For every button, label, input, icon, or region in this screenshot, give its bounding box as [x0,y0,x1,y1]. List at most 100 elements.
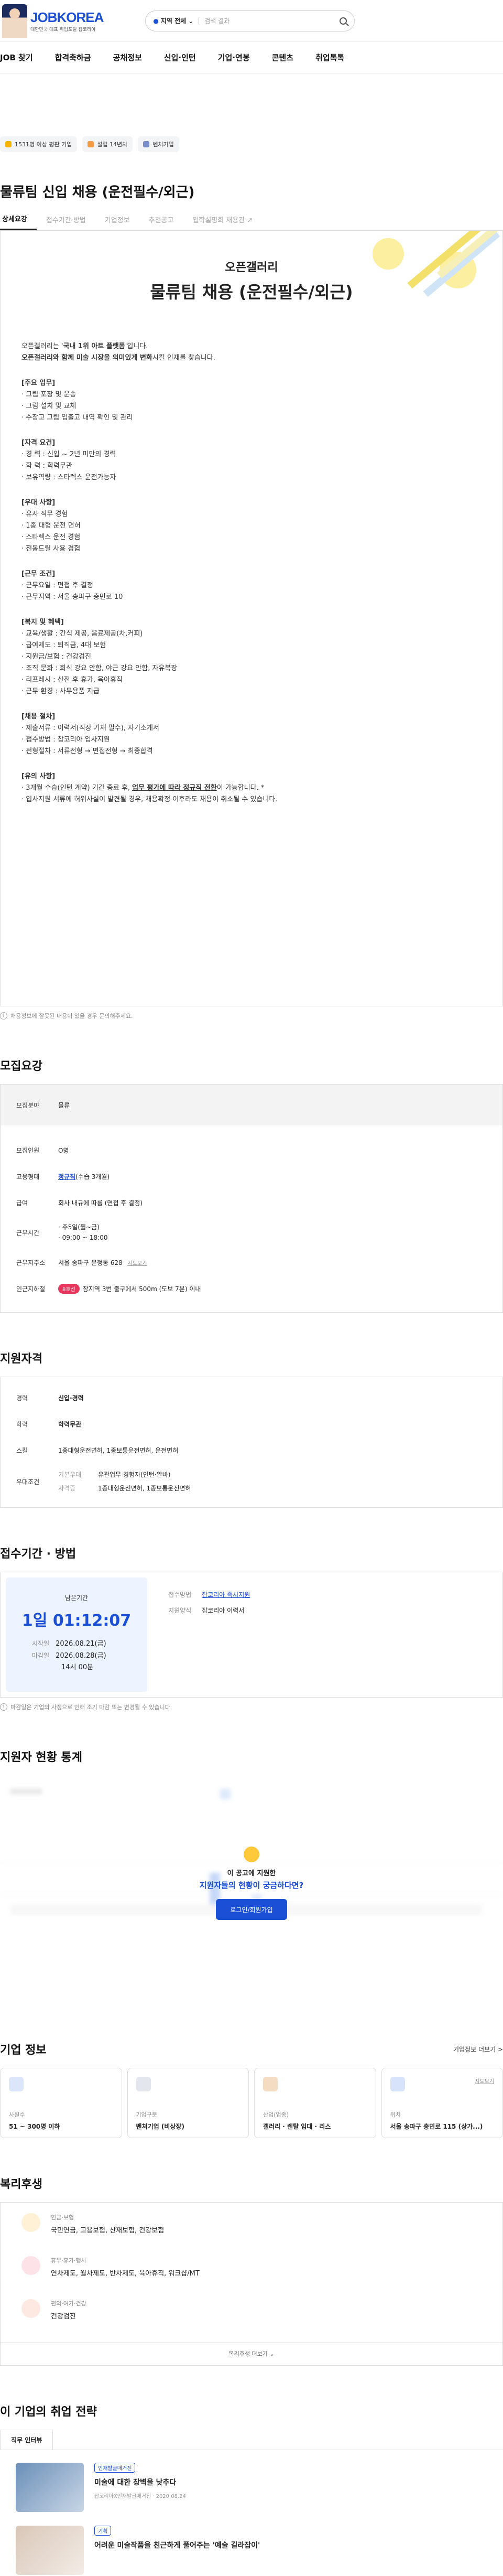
logo[interactable]: JOBKOREA 대한민국 대표 취업포털 잡코리아 [0,4,103,38]
welfare-row: 연금·보험국민연금, 고용보험, 산재보험, 건강보험 [21,2213,482,2256]
logo-mascot-icon [2,4,27,38]
venture-icon [143,141,149,147]
welfare-heading: 복리후생 [0,2175,503,2192]
info-icon: ! [0,1012,7,1019]
table-row: 인근지하철 8호선장지역 3번 출구에서 500m (도보 7분) 이내 [1,1275,502,1302]
section-process-heading: [채용 절차] [21,711,482,723]
company-info-heading: 기업 정보 [0,2041,47,2057]
login-signup-button[interactable]: 로그인/회원가입 [216,1899,287,1920]
party-popper-icon [21,2256,40,2275]
section-caution-heading: [유의 사항] [21,771,482,782]
section-benefits-heading: [복지 및 혜택] [21,617,482,628]
star-icon [5,141,12,147]
countdown: 1일 01:12:07 [6,1607,147,1630]
company-more-link[interactable]: 기업정보 더보기 > [453,2045,503,2054]
job-detail-poster: 오픈갤러리 물류팀 채용 (운전필수/외근) 오픈갤러리는 '국내 1위 아트 … [0,230,503,1006]
company-card-employees: 사원수 51 ~ 300명 이하 [0,2068,122,2138]
tab-job-interview[interactable]: 직무 인터뷰 [0,2430,53,2450]
location-pin-icon: ● [153,17,158,25]
apply-box: 남은기간 1일 01:12:07 시작일2026.08.21(금) 마감일202… [0,1572,503,1698]
brand-name: JOBKOREA [30,9,103,26]
search-input[interactable]: 검색 결과 [204,16,340,25]
table-row: 급여 회사 내규에 따름 (면접 후 결정) [1,1189,502,1216]
tab-recommended[interactable]: 추천공고 [139,214,183,230]
strategy-heading: 이 기업의 취업 전략 [0,2402,503,2419]
chevron-down-icon: ⌄ [188,17,193,25]
section-requirements-heading: [자격 요건] [21,437,482,449]
poster-intro-2: 오픈갤러리와 함께 미술 시장을 의미있게 변화시킬 인재를 찾습니다. [21,352,482,364]
nav-newcomer-intern[interactable]: 신입·인턴 [149,52,203,63]
badge-founded: 설립 14년차 [82,136,133,152]
chevron-down-icon: ⌄ [269,2350,274,2357]
nav-contents[interactable]: 콘텐츠 [257,52,301,63]
list-item[interactable]: 기획 어려운 미술작품을 친근하게 풀어주는 '예술 길라잡이' [0,2513,503,2576]
company-card-type: 기업구분 벤처기업 (비상장) [127,2068,249,2138]
brand-tagline: 대한민국 대표 취업포털 잡코리아 [30,26,103,33]
building-icon [136,2077,151,2091]
search-icon[interactable] [340,17,347,25]
table-row: 고용형태 정규직(수습 3개월) [1,1163,502,1189]
tab-info-session[interactable]: 입학설명회 채용관 ↗ [183,214,262,230]
briefcase-icon [263,2077,278,2091]
story-thumbnail [16,2463,84,2512]
recruit-table-header: 모집분야 물류 [1,1085,502,1125]
story-list: 인재발굴매거진 미술에 대한 장벽을 낮추다 잡코리아X인재발굴매거진 · 20… [0,2450,503,2576]
people-icon [9,2077,24,2091]
list-item[interactable]: 인재발굴매거진 미술에 대한 장벽을 낮추다 잡코리아X인재발굴매거진 · 20… [0,2450,503,2513]
stats-heading: 지원자 현황 통계 [0,1748,503,1765]
umbrella-icon [21,2213,40,2232]
thinking-face-icon [244,1847,259,1862]
story-thumbnail [16,2526,84,2575]
nav-job-search[interactable]: JOB 찾기 [0,52,40,63]
strategy-tabs: 직무 인터뷰 [0,2430,503,2450]
building-icon [88,141,94,147]
map-link[interactable]: 지도보기 [128,1261,147,1266]
external-link-icon: ↗ [247,217,253,224]
poster-title: 물류팀 채용 (운전필수/외근) [1,279,502,303]
poster-body: 오픈갤러리는 '국내 1위 아트 플랫폼'입니다. 오픈갤러리와 함께 미술 시… [21,341,482,806]
company-card-industry: 산업(업종) 갤러리 · 렌탈 임대 · 리스 [254,2068,376,2138]
health-arm-icon [21,2299,40,2318]
welfare-box: 연금·보험국민연금, 고용보험, 산재보험, 건강보험 휴무·휴가·행사연차제도… [0,2202,503,2366]
region-label: 지역 전체 [161,16,186,25]
recruit-table: 모집분야 물류 모집인원 O명 고용형태 정규직(수습 3개월) 급여 회사 내… [0,1084,503,1313]
recruit-heading: 모집요강 [0,1057,503,1074]
blur-block [10,1789,42,1794]
table-row: 근무지주소 서울 송파구 문정동 628 지도보기 [1,1249,502,1275]
section-duties-heading: [주요 업무] [21,378,482,389]
company-info-header: 기업 정보 기업정보 더보기 > [0,2041,503,2057]
welfare-more-button[interactable]: 복리후생 더보기 ⌄ [1,2342,502,2365]
tab-details[interactable]: 상세요강 [0,213,37,230]
table-row: 근무시간 · 주5일(월~금)· 09:00 ~ 18:00 [1,1216,502,1249]
nav-career-talk[interactable]: 취업톡톡 [301,52,352,63]
nav-company-salary[interactable]: 기업·연봉 [203,52,257,63]
caution-2: · 입사지원 서류에 허위사실이 발견될 경우, 채용확정 이후라도 채용이 취… [21,794,482,806]
table-row: 학력 학력무관 [1,1411,502,1437]
nav-public-recruit[interactable]: 공채정보 [99,52,149,63]
report-note: ! 채용정보에 잘못된 내용이 있을 경우 문의해주세요. [0,1012,503,1020]
poster-company: 오픈갤러리 [1,258,502,275]
tab-apply-method[interactable]: 접수기간·방법 [37,214,95,230]
search-bar[interactable]: ● 지역 전체 ⌄ 검색 결과 [145,10,355,31]
badge-reputation: 1531명 이상 평판 기업 [0,136,77,152]
applicant-stats: 이 공고에 지원한 지원자들의 현황이 궁금하다면? 로그인/회원가입 [0,1778,503,1999]
company-badges: 1531명 이상 평판 기업 설립 14년차 벤처기업 [0,136,503,152]
welfare-row: 편의·여가·건강건강검진 [21,2299,482,2342]
stats-login-prompt: 이 공고에 지원한 지원자들의 현황이 궁금하다면? 로그인/회원가입 [0,1847,503,1920]
main-nav: JOB 찾기 합격축하금 공채정보 신입·인턴 기업·연봉 콘텐츠 취업톡톡 [0,42,503,73]
table-row: 스킬 1종대형운전면허, 1종보통운전면허, 운전면허 [1,1437,502,1463]
poster-intro-1: 오픈갤러리는 '국내 1위 아트 플랫폼'입니다. [21,341,482,352]
qualification-table: 경력 신입·경력 학력 학력무관 스킬 1종대형운전면허, 1종보통운전면허, … [0,1377,503,1508]
table-row: 경력 신입·경력 [1,1384,502,1411]
location-pin-icon [390,2077,405,2091]
nav-congrats-bonus[interactable]: 합격축하금 [40,52,99,63]
map-link[interactable]: 지도보기 [475,2077,494,2085]
qualification-heading: 지원자격 [0,1349,503,1366]
tab-company-info[interactable]: 기업정보 [95,214,139,230]
company-cards: 사원수 51 ~ 300명 이하 기업구분 벤처기업 (비상장) 산업(업종) … [0,2068,503,2138]
quick-apply-link[interactable]: 잡코리아 즉시지원 [202,1591,250,1598]
region-selector[interactable]: ● 지역 전체 ⌄ [153,16,193,25]
section-conditions-heading: [근무 조건] [21,568,482,580]
table-row: 우대조건 기본우대유관업무 경험자(인턴·알바) 자격증1종대형운전면허, 1종… [1,1463,502,1500]
info-icon: ! [0,1703,7,1711]
